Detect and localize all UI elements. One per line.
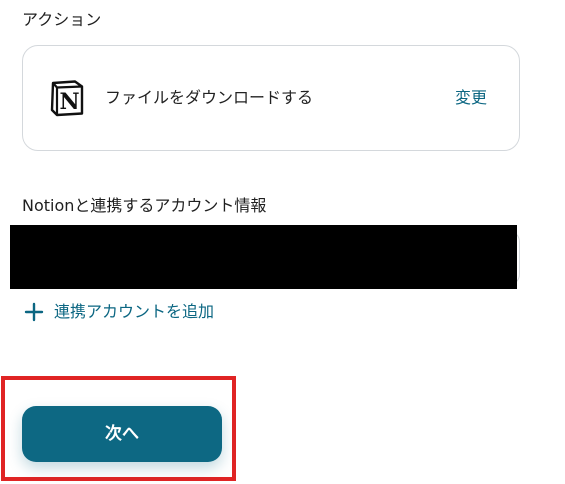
account-section-heading: Notionと連携するアカウント情報 [22, 196, 267, 215]
svg-text:N: N [59, 89, 79, 115]
action-section-heading: アクション [22, 10, 102, 29]
notion-icon: N [47, 78, 87, 118]
plus-icon [24, 302, 44, 322]
action-card: N ファイルをダウンロードする 変更 [22, 45, 520, 151]
add-account-label: 連携アカウントを追加 [54, 302, 215, 321]
action-name: ファイルをダウンロードする [105, 88, 314, 107]
add-account-link[interactable]: 連携アカウントを追加 [24, 300, 214, 324]
next-button[interactable]: 次へ [22, 406, 222, 462]
change-action-link[interactable]: 変更 [455, 88, 487, 108]
redaction-block [10, 225, 517, 289]
